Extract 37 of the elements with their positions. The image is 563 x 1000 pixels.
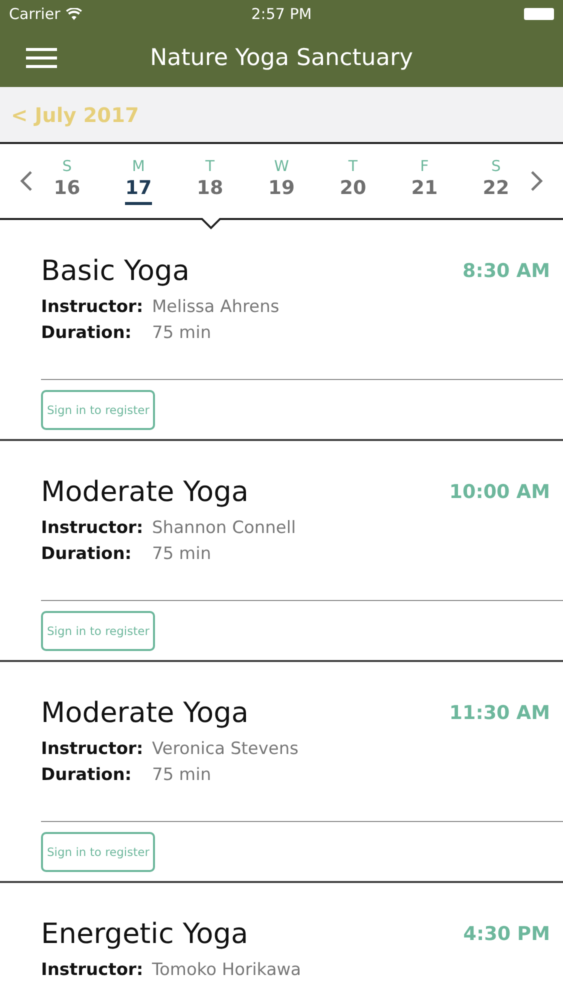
- detail-label: Duration:: [41, 323, 133, 343]
- detail-label: Instructor:: [41, 960, 144, 980]
- class-time: 4:30 PM: [463, 922, 550, 944]
- detail-value: Shannon Connell: [152, 518, 296, 538]
- detail-label: Instructor:: [41, 518, 144, 538]
- wifi-icon: [66, 8, 82, 20]
- class-time: 11:30 AM: [449, 702, 550, 724]
- class-time: 8:30 AM: [462, 260, 550, 282]
- detail-value: Melissa Ahrens: [152, 297, 280, 317]
- app-title: Nature Yoga Sanctuary: [150, 44, 414, 70]
- day-tab[interactable]: T 20: [333, 157, 373, 205]
- day-tab[interactable]: W 19: [262, 157, 302, 205]
- class-title: Moderate Yoga: [41, 696, 249, 729]
- detail-value: Tomoko Horikawa: [152, 960, 302, 980]
- chevron-right-icon[interactable]: [530, 170, 544, 192]
- detail-value: 75 min: [152, 544, 212, 564]
- detail-label: Duration:: [41, 765, 133, 785]
- chevron-left-icon[interactable]: [19, 170, 33, 192]
- detail-label: Instructor:: [41, 297, 144, 317]
- clock-time: 2:57 PM: [251, 5, 312, 23]
- battery-icon: [524, 8, 554, 20]
- detail-value: 75 min: [152, 323, 212, 343]
- carrier-label: Carrier: [9, 5, 60, 23]
- day-tab[interactable]: F 21: [404, 157, 444, 205]
- detail-value: 75 min: [152, 765, 212, 785]
- class-title: Energetic Yoga: [41, 917, 248, 950]
- day-tab[interactable]: S 16: [47, 157, 87, 205]
- detail-value: Veronica Stevens: [152, 739, 299, 759]
- class-title: Basic Yoga: [41, 254, 190, 287]
- detail-label: Instructor:: [41, 739, 144, 759]
- class-time: 10:00 AM: [449, 480, 550, 502]
- day-tab[interactable]: M 17: [118, 157, 158, 205]
- day-tab[interactable]: S 22: [476, 157, 516, 205]
- class-title: Moderate Yoga: [41, 475, 249, 508]
- day-tab[interactable]: T 18: [190, 157, 230, 205]
- menu-icon[interactable]: [26, 48, 57, 68]
- detail-label: Duration:: [41, 544, 133, 564]
